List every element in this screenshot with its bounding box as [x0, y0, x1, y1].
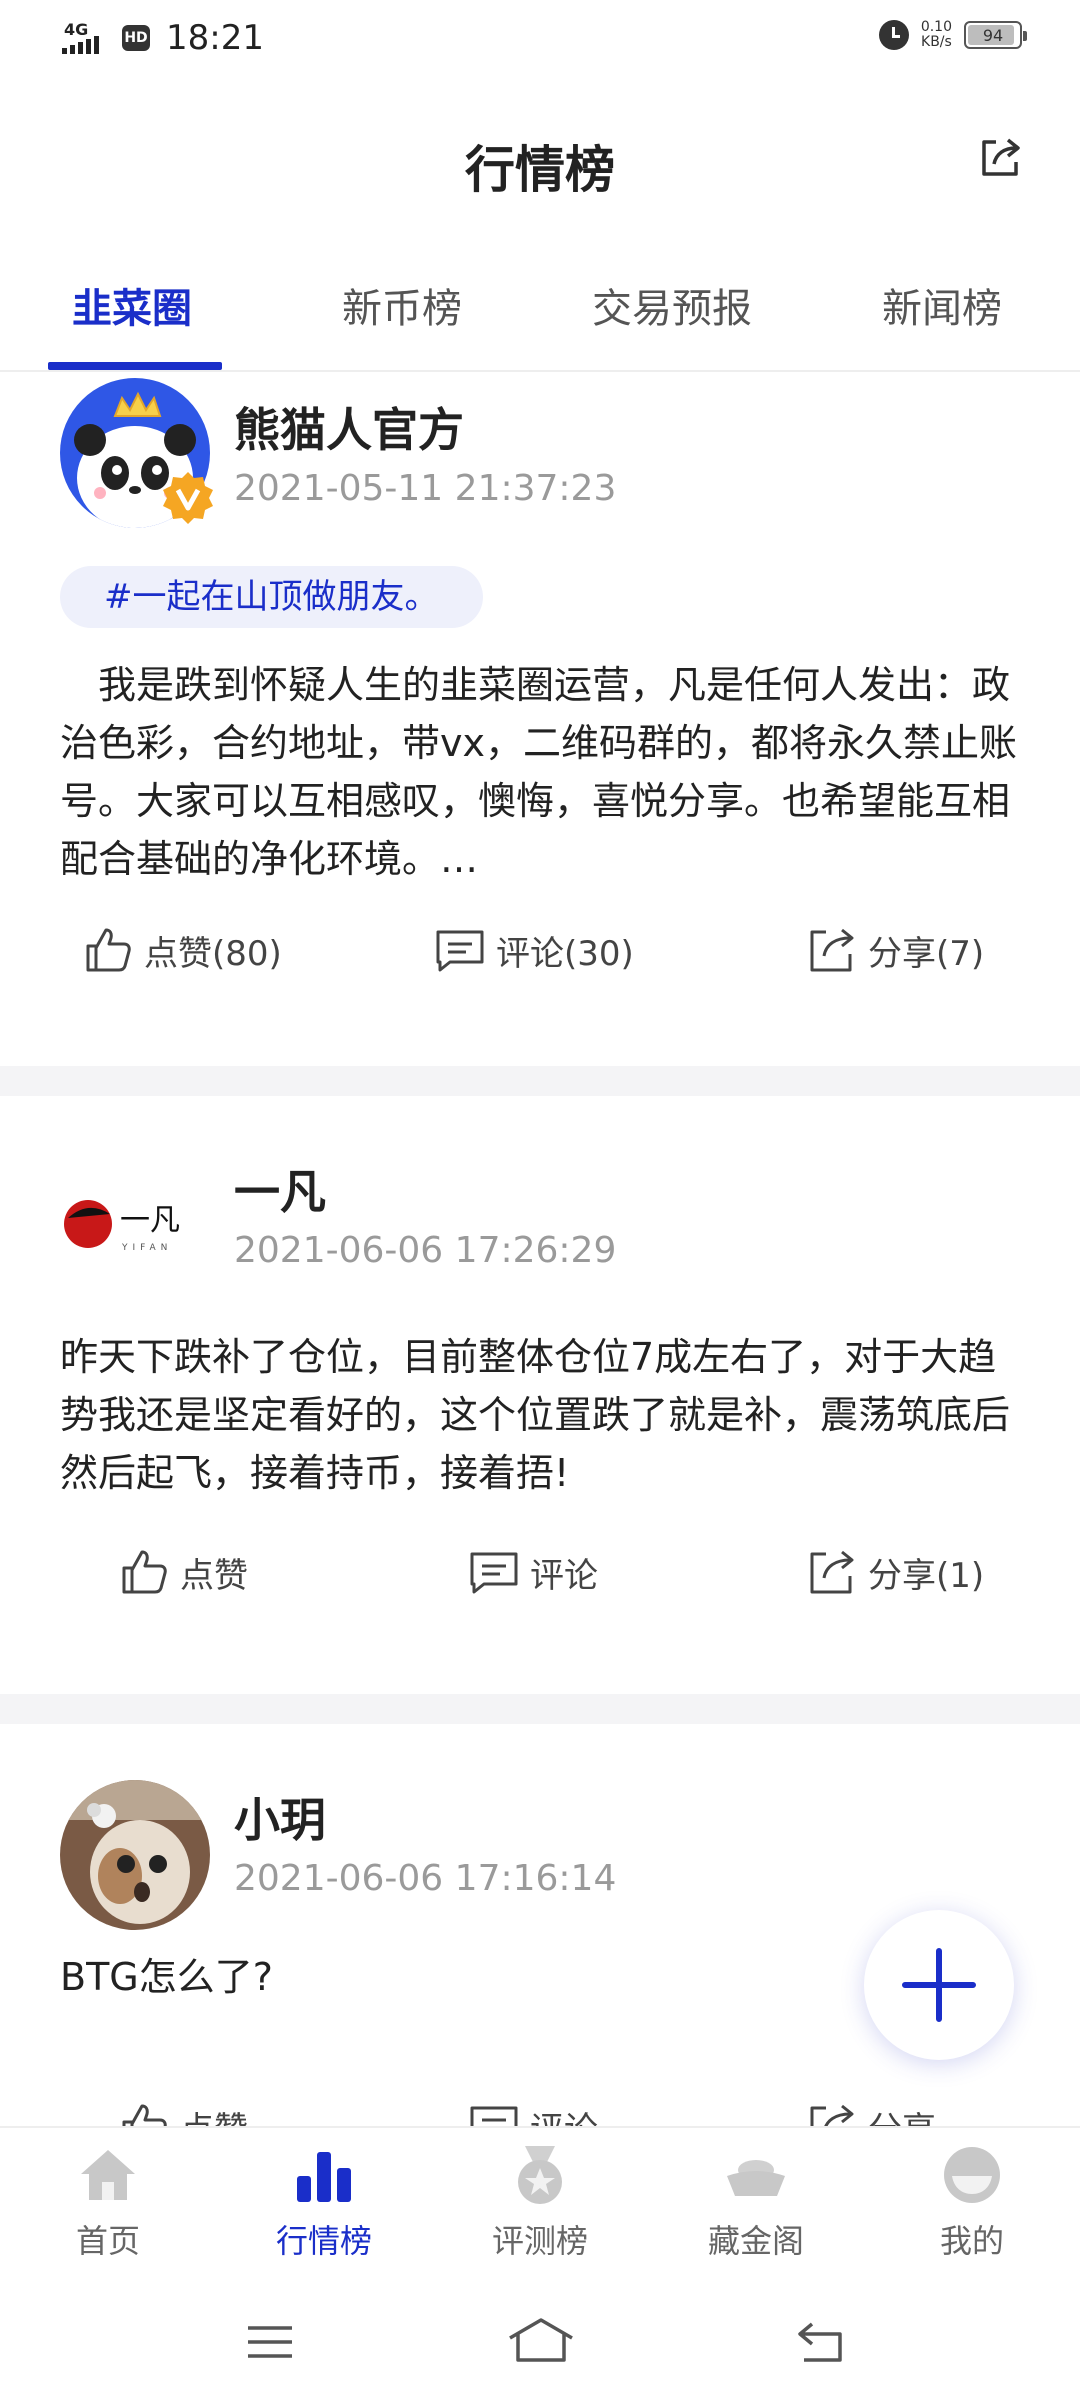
post-time: 2021-05-11 21:37:23: [234, 468, 617, 509]
clock-time: 18:21: [166, 18, 264, 58]
battery-level: 94: [982, 25, 1004, 45]
alarm-icon: [878, 20, 909, 50]
status-bar: 4G HD 18:21 0.10 KB/s 94: [0, 0, 1080, 80]
tab-bar: 韭菜圈 新币榜 交易预报 新闻榜: [0, 262, 1080, 372]
share-icon[interactable]: [976, 134, 1024, 182]
comment-label: 评论: [530, 2102, 598, 2129]
tab-jiaoyi-yubao[interactable]: 交易预报: [592, 276, 752, 334]
share-icon: [810, 2104, 854, 2128]
hd-icon: HD: [122, 25, 150, 51]
nav-cangjinge-label: 藏金阁: [707, 2222, 804, 2260]
status-left: 4G HD 18:21: [62, 18, 264, 58]
comment-icon: [470, 2106, 518, 2128]
chart-icon: [297, 2152, 351, 2202]
share-label: 分享(7): [868, 933, 985, 974]
share-button[interactable]: 分享: [806, 2100, 936, 2128]
medal-icon: [518, 2146, 562, 2204]
share-label: 分享(1): [868, 1555, 985, 1596]
nav-profile-label: 我的: [939, 2222, 1004, 2260]
avatar-logo-text: 一凡: [120, 1203, 180, 1238]
tab-jiucaiquan[interactable]: 韭菜圈: [72, 276, 192, 334]
thumbs-up-icon: [122, 2104, 167, 2128]
system-nav-bar: [0, 2276, 1080, 2400]
post-actions: 点赞 评论 分享(1): [0, 1546, 1080, 1606]
comment-icon: [470, 1552, 518, 1594]
like-label: 点赞: [180, 2102, 248, 2129]
comment-button[interactable]: 评论: [468, 1546, 598, 1598]
like-label: 点赞: [180, 1555, 248, 1596]
post-actions: 点赞 评论 分享: [0, 2100, 1080, 2128]
post-divider: [0, 1694, 1080, 1724]
post-actions: 点赞(80) 评论(30) 分享(7): [0, 924, 1080, 984]
topic-tag[interactable]: #一起在山顶做朋友。: [60, 566, 483, 628]
avatar[interactable]: [60, 1780, 210, 1930]
bottom-nav: 首页 行情榜 评测榜 藏金阁 我的: [0, 2126, 1080, 2276]
comment-label: 评论(30): [496, 933, 634, 974]
create-post-button[interactable]: [864, 1910, 1014, 2060]
share-icon: [810, 928, 854, 972]
net-speed-unit: KB/s: [921, 34, 952, 50]
share-label: 分享: [868, 2102, 936, 2129]
post-card[interactable]: 熊猫人官方 2021-05-11 21:37:23 #一起在山顶做朋友。 我是跌…: [0, 374, 1080, 1066]
net-speed-value: 0.10: [920, 19, 952, 35]
nav-home-label: 首页: [75, 2222, 140, 2260]
thumbs-up-icon: [122, 1550, 167, 1594]
status-right: 0.10 KB/s 94: [878, 20, 1027, 50]
nav-profile[interactable]: 我的: [892, 2142, 1052, 2262]
header: 行情榜: [0, 90, 1080, 240]
author-name[interactable]: 小玥: [234, 1784, 326, 1850]
avatar[interactable]: 一凡 YIFAN: [60, 1148, 210, 1298]
avatar[interactable]: [60, 378, 213, 528]
menu-icon[interactable]: [240, 2312, 300, 2372]
post-content[interactable]: 昨天下跌补了仓位，目前整体仓位7成左右了，对于大趋势我还是坚定看好的，这个位置跌…: [60, 1328, 1020, 1502]
like-button[interactable]: 点赞: [118, 1546, 248, 1598]
page-title: 行情榜: [465, 141, 615, 199]
comment-icon: [436, 930, 484, 972]
nav-pingcebang[interactable]: 评测榜: [460, 2142, 620, 2262]
comment-button[interactable]: 评论(30): [434, 924, 634, 976]
post-feed[interactable]: 熊猫人官方 2021-05-11 21:37:23 #一起在山顶做朋友。 我是跌…: [0, 374, 1080, 2128]
nav-home[interactable]: 首页: [28, 2142, 188, 2262]
plus-icon: [902, 1948, 976, 2022]
share-button[interactable]: 分享(1): [806, 1546, 984, 1598]
share-icon: [810, 1550, 854, 1594]
tab-xinbibang[interactable]: 新币榜: [342, 276, 462, 334]
nav-hangqingbang[interactable]: 行情榜: [244, 2142, 404, 2262]
like-button[interactable]: 点赞: [118, 2100, 248, 2128]
net-speed: 0.10 KB/s: [921, 20, 952, 50]
gold-ingot-icon: [727, 2160, 785, 2196]
share-button[interactable]: 分享(7): [806, 924, 984, 976]
signal-icon: 4G: [62, 20, 112, 56]
comment-label: 评论: [530, 1555, 598, 1596]
nav-cangjinge[interactable]: 藏金阁: [676, 2142, 836, 2262]
tab-xinwenbang[interactable]: 新闻榜: [882, 276, 1002, 334]
like-label: 点赞(80): [144, 933, 282, 974]
back-icon[interactable]: [790, 2312, 850, 2372]
battery-icon: 94: [964, 21, 1027, 49]
author-name[interactable]: 一凡: [234, 1156, 326, 1222]
home-gesture-icon[interactable]: [506, 2312, 573, 2372]
nav-hangqingbang-label: 行情榜: [275, 2222, 372, 2260]
verified-badge-icon: [163, 472, 213, 524]
post-content[interactable]: 我是跌到怀疑人生的韭菜圈运营，凡是任何人发出：政治色彩，合约地址，带vx，二维码…: [60, 656, 1020, 888]
comment-button[interactable]: 评论: [468, 2100, 598, 2128]
active-tab-indicator: [48, 362, 222, 370]
thumbs-up-icon: [86, 928, 131, 972]
post-time: 2021-06-06 17:16:14: [234, 1858, 617, 1899]
post-card[interactable]: 一凡 YIFAN 一凡 2021-06-06 17:26:29 昨天下跌补了仓位…: [0, 1096, 1080, 1694]
profile-icon: [944, 2147, 1000, 2203]
post-divider: [0, 1066, 1080, 1096]
nav-pingcebang-label: 评测榜: [491, 2222, 588, 2260]
post-time: 2021-06-06 17:26:29: [234, 1230, 617, 1271]
author-name[interactable]: 熊猫人官方: [234, 394, 464, 460]
avatar-logo-subtext: YIFAN: [121, 1243, 172, 1253]
like-button[interactable]: 点赞(80): [82, 924, 282, 976]
home-icon: [81, 2150, 135, 2200]
